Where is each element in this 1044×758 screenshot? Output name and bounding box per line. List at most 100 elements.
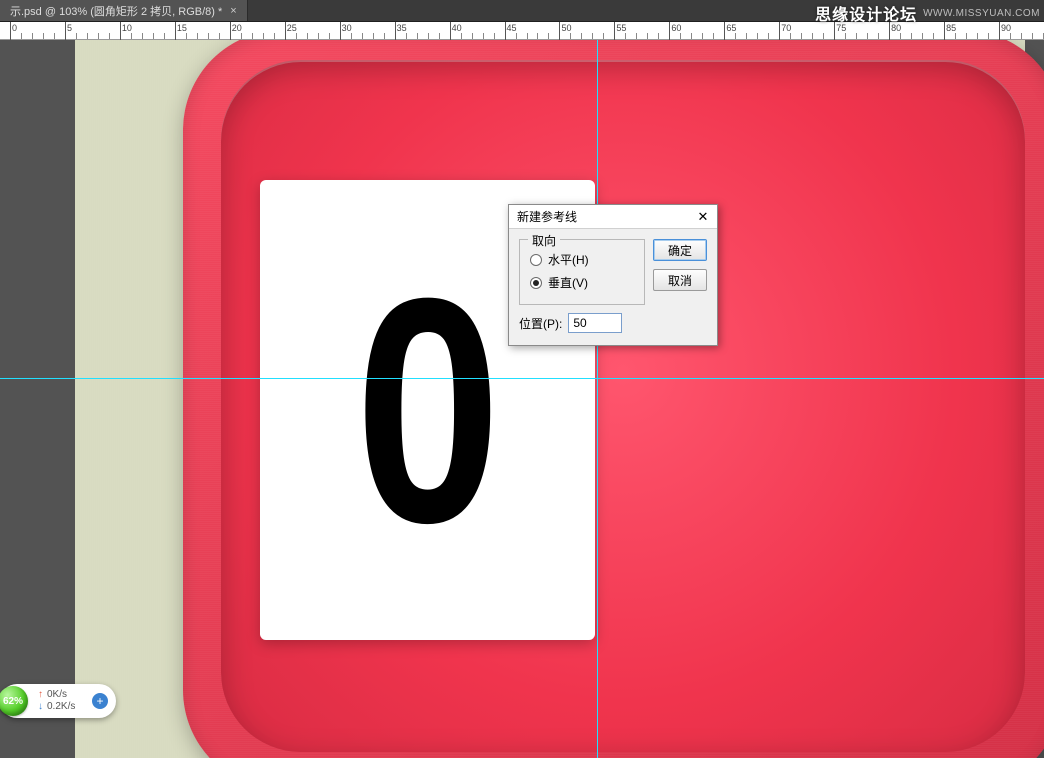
usage-orb[interactable]: 62% (0, 686, 28, 716)
dialog-body: 取向 水平(H) 垂直(V) 位置(P): 确定 取消 (509, 229, 717, 345)
ruler-tick-minor (351, 33, 352, 39)
ruler-tick-minor (592, 33, 593, 39)
new-guide-dialog: 新建参考线 ✕ 取向 水平(H) 垂直(V) 位置(P): (508, 204, 718, 346)
ruler-tick (669, 22, 670, 40)
ruler-tick-minor (483, 33, 484, 39)
dialog-title: 新建参考线 (517, 208, 577, 225)
ruler-tick-minor (296, 33, 297, 39)
ruler-tick-minor (856, 33, 857, 39)
ruler-tick-minor (241, 33, 242, 39)
ruler-tick-minor (54, 33, 55, 39)
ruler-tick-minor (658, 33, 659, 39)
ruler-tick-minor (516, 33, 517, 39)
ruler-tick-minor (625, 33, 626, 39)
ruler-tick-minor (977, 33, 978, 39)
ruler-tick-minor (548, 33, 549, 39)
guide-horizontal[interactable] (0, 378, 1044, 379)
ruler-tick (395, 22, 396, 40)
upload-row: ↑0K/s (38, 689, 75, 701)
ruler-tick-minor (746, 33, 747, 39)
ruler-tick-minor (933, 33, 934, 39)
orientation-legend: 取向 (528, 232, 560, 249)
ruler-tick-minor (636, 33, 637, 39)
ruler-tick-minor (142, 33, 143, 39)
ruler-tick (285, 22, 286, 40)
ruler-tick-minor (1032, 33, 1033, 39)
dialog-titlebar[interactable]: 新建参考线 ✕ (509, 205, 717, 229)
ruler-tick-minor (900, 33, 901, 39)
ruler-tick-minor (867, 33, 868, 39)
ruler-tick-minor (197, 33, 198, 39)
ruler-tick-minor (757, 33, 758, 39)
ok-button[interactable]: 确定 (653, 239, 707, 261)
ruler-tick-minor (263, 33, 264, 39)
ruler-tick-minor (186, 33, 187, 39)
plus-icon[interactable]: + (92, 693, 108, 709)
ruler-tick (724, 22, 725, 40)
ruler-tick-label: 40 (452, 23, 462, 33)
position-label: 位置(P): (519, 315, 562, 332)
ruler-tick-minor (208, 33, 209, 39)
ruler-tick-minor (988, 33, 989, 39)
download-row: ↓0.2K/s (38, 701, 75, 713)
ruler-tick-minor (219, 33, 220, 39)
ruler-tick (450, 22, 451, 40)
ruler-tick-minor (537, 33, 538, 39)
network-rows: ↑0K/s ↓0.2K/s (38, 689, 75, 713)
big-digit: 0 (355, 226, 501, 594)
ruler-tick-minor (878, 33, 879, 39)
close-icon[interactable]: × (230, 5, 236, 17)
ruler-tick-minor (570, 33, 571, 39)
ruler-tick-label: 30 (342, 23, 352, 33)
ruler-tick-minor (87, 33, 88, 39)
document-tab[interactable]: 示.psd @ 103% (圆角矩形 2 拷贝, RGB/8) * × (0, 0, 248, 21)
ruler-tick-minor (1021, 33, 1022, 39)
ruler-tick-minor (922, 33, 923, 39)
arrow-up-icon: ↑ (38, 689, 43, 701)
ruler-tick-minor (373, 33, 374, 39)
canvas-workspace[interactable]: 0 新建参考线 ✕ 取向 水平(H) 垂直(V) (0, 40, 1044, 758)
radio-vertical-label: 垂直(V) (548, 274, 588, 291)
ruler-tick-minor (911, 33, 912, 39)
position-input[interactable] (568, 313, 622, 333)
ruler-tick-minor (845, 33, 846, 39)
ruler-tick-label: 15 (177, 23, 187, 33)
ruler-tick-minor (472, 33, 473, 39)
network-widget[interactable]: 62% ↑0K/s ↓0.2K/s + (0, 684, 116, 718)
document-canvas[interactable]: 0 (75, 40, 1025, 758)
ruler-tick (120, 22, 121, 40)
ruler-tick-label: 0 (12, 23, 17, 33)
radio-horizontal-row[interactable]: 水平(H) (530, 248, 634, 271)
ruler-tick-minor (21, 33, 22, 39)
guide-vertical[interactable] (597, 40, 598, 758)
document-tab-title: 示.psd @ 103% (圆角矩形 2 拷贝, RGB/8) * (10, 3, 222, 19)
watermark-cn: 思缘设计论坛 (815, 1, 917, 25)
ruler-tick-minor (461, 33, 462, 39)
close-icon[interactable]: ✕ (693, 208, 713, 226)
ruler-tick-minor (153, 33, 154, 39)
ruler-tick (65, 22, 66, 40)
ruler-tick (175, 22, 176, 40)
radio-horizontal[interactable] (530, 254, 542, 266)
ruler-tick (614, 22, 615, 40)
radio-vertical[interactable] (530, 277, 542, 289)
ruler-tick-minor (307, 33, 308, 39)
cancel-button[interactable]: 取消 (653, 269, 707, 291)
dialog-left-column: 取向 水平(H) 垂直(V) 位置(P): (519, 239, 645, 333)
ruler-tick-minor (43, 33, 44, 39)
ruler-tick-minor (76, 33, 77, 39)
ruler-tick-minor (823, 33, 824, 39)
ruler-tick-minor (417, 33, 418, 39)
ruler-tick-minor (647, 33, 648, 39)
radio-vertical-row[interactable]: 垂直(V) (530, 271, 634, 294)
download-speed: 0.2K/s (47, 701, 75, 713)
ruler-tick-label: 60 (671, 23, 681, 33)
ruler-tick-minor (329, 33, 330, 39)
ruler-tick (340, 22, 341, 40)
ruler-tick-minor (406, 33, 407, 39)
ruler-tick-minor (274, 33, 275, 39)
ruler-tick-minor (318, 33, 319, 39)
ruler-tick-minor (768, 33, 769, 39)
ruler-tick-label: 5 (67, 23, 72, 33)
ruler-tick-minor (955, 33, 956, 39)
